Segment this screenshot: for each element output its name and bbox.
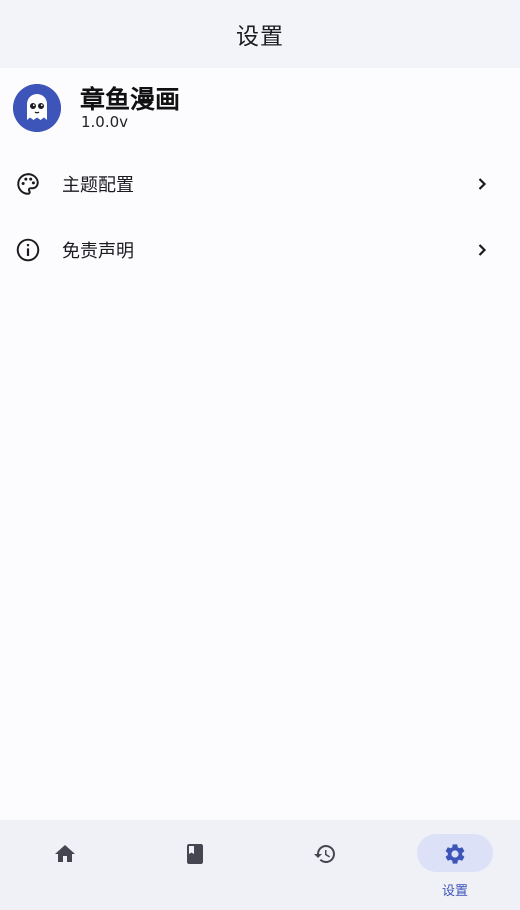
palette-icon xyxy=(17,173,39,195)
app-bar: 设置 xyxy=(0,0,520,68)
nav-item-settings[interactable]: 设置 xyxy=(390,820,520,910)
gear-icon xyxy=(445,844,465,864)
settings-screen: 设置 章鱼漫画 1.0.0v 主题配置 免责声明 设置 xyxy=(0,0,520,910)
app-version: 1.0.0v xyxy=(81,113,129,131)
nav-item-history[interactable] xyxy=(260,820,390,910)
page-title: 设置 xyxy=(236,24,284,50)
nav-item-bookshelf[interactable] xyxy=(130,820,260,910)
app-info-header: 章鱼漫画 1.0.0v xyxy=(0,72,520,140)
nav-label: 设置 xyxy=(441,884,468,899)
menu-item-label: 免责声明 xyxy=(62,241,134,262)
menu-item-disclaimer[interactable]: 免责声明 xyxy=(0,218,520,282)
chevron-right-icon xyxy=(478,178,487,190)
bottom-navigation-bar: 设置 xyxy=(0,820,520,910)
home-icon xyxy=(55,845,75,862)
chevron-right-icon xyxy=(478,244,487,256)
menu-item-label: 主题配置 xyxy=(62,175,134,196)
octopus-logo-icon xyxy=(13,84,61,132)
nav-item-home[interactable] xyxy=(0,820,130,910)
menu-item-theme-settings[interactable]: 主题配置 xyxy=(0,152,520,216)
book-icon xyxy=(187,844,203,864)
app-name: 章鱼漫画 xyxy=(80,85,181,114)
history-icon xyxy=(314,845,335,863)
info-icon xyxy=(16,238,40,262)
